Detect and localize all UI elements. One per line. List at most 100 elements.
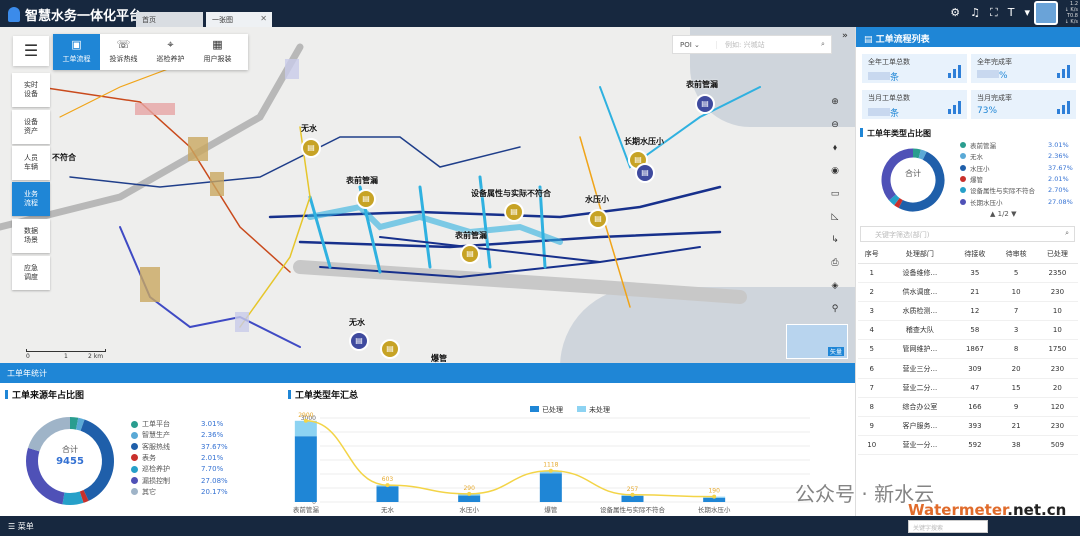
legend-item[interactable]: 长期水压小 27.08% <box>960 197 1073 207</box>
pie-slice[interactable] <box>912 148 921 159</box>
legend-item[interactable]: 爆管 2.01% <box>960 174 1070 184</box>
pending-marker-icon[interactable]: ▤ <box>349 331 369 351</box>
bar-processed[interactable] <box>458 495 481 502</box>
pie-slice[interactable] <box>898 151 945 212</box>
poi-search-input[interactable]: 例如: 兴城站 <box>717 40 815 50</box>
table-row[interactable]: 1 设备维修... 35 5 2350 <box>858 263 1078 283</box>
font-icon[interactable]: T <box>1008 6 1015 20</box>
measure-area-icon[interactable]: ◺ <box>824 206 846 229</box>
menu-icon[interactable]: ☰ <box>8 522 15 531</box>
sidebar-item-staff-vehicles[interactable]: 人员 车辆 <box>12 146 50 180</box>
footer-menu-label[interactable]: 菜单 <box>18 522 34 531</box>
legend-item[interactable]: 巡检养护 7.70% <box>131 464 231 474</box>
close-icon[interactable]: ✕ <box>260 14 267 23</box>
tab-map[interactable]: 一张图 ✕ <box>206 12 272 27</box>
legend-item[interactable]: 表务 2.01% <box>131 453 231 463</box>
table-cell: 5 <box>995 263 1037 283</box>
total-point <box>630 492 635 497</box>
zoom-out-icon[interactable]: ⊖ <box>824 114 846 137</box>
pie-slice[interactable] <box>79 489 89 503</box>
legend-pct: 2.01% <box>1048 174 1069 183</box>
pending-marker-icon[interactable]: ▤ <box>695 94 715 114</box>
poi-select[interactable]: POI ⌄ <box>673 40 717 49</box>
legend-item[interactable]: 其它 20.17% <box>131 487 231 497</box>
layers-icon[interactable]: ◈ <box>824 275 846 298</box>
bar-unprocessed[interactable] <box>294 420 317 437</box>
legend-item[interactable]: 无水 2.36% <box>960 151 1070 161</box>
table-cell: 309 <box>954 358 996 379</box>
table-row[interactable]: 2 供水调度... 21 10 230 <box>858 282 1078 302</box>
tool-label: 工单流程 <box>62 55 91 63</box>
search-icon[interactable]: ⌕ <box>1065 229 1069 238</box>
tool-install[interactable]: ▦ 用户报装 <box>194 34 241 70</box>
legend-item[interactable]: 漏损控制 27.08% <box>131 476 231 486</box>
table-row[interactable]: 4 稽查大队 58 3 10 <box>858 320 1078 341</box>
bar-processed[interactable] <box>539 473 562 502</box>
legend-item[interactable]: 水压小 37.67% <box>960 163 1073 173</box>
legend-item[interactable]: 工单平台 3.01% <box>131 419 231 429</box>
total-label: 603 <box>382 476 394 483</box>
tool-hotline[interactable]: ☏ 投诉热线 <box>100 34 147 70</box>
sidebar-item-realtime-device[interactable]: 实时 设备 <box>12 73 50 107</box>
tool-workorder[interactable]: ▣ 工单流程 <box>53 34 100 70</box>
search-icon[interactable]: ⌕ <box>815 40 831 49</box>
sidebar-item-device-assets[interactable]: 设备 资产 <box>12 110 50 144</box>
sidebar-item-data-scene[interactable]: 数据 场景 <box>12 219 50 253</box>
sidebar-item-business-flow[interactable]: 业务 流程 <box>12 182 50 216</box>
total-point <box>712 494 717 499</box>
pie-slice[interactable] <box>918 149 927 160</box>
tool-inspection[interactable]: ⌖ 巡检养护 <box>147 34 194 70</box>
print-icon[interactable]: ⎙ <box>824 252 846 275</box>
table-row[interactable]: 8 综合办公室 166 9 120 <box>858 397 1078 418</box>
tools-icon[interactable]: ⚲ <box>824 298 846 321</box>
zoom-in-icon[interactable]: ⊕ <box>824 91 846 114</box>
tab-home[interactable]: 首页 <box>136 12 203 27</box>
legend-item[interactable]: 表前管漏 3.01% <box>960 140 1070 150</box>
complaint-marker-icon[interactable]: ▤ <box>504 202 524 222</box>
collapse-panel-icon[interactable]: » <box>842 31 848 41</box>
bar-processed[interactable] <box>294 436 317 502</box>
complaint-marker-icon[interactable]: ▤ <box>380 339 400 359</box>
complaint-marker-icon[interactable]: ▤ <box>588 209 608 229</box>
sidebar-item-emergency[interactable]: 应急 调度 <box>12 256 50 290</box>
gear-icon[interactable]: ⚙ <box>950 6 960 20</box>
top-icons: ⚙ ♫ ⛶ T ▾ <box>950 6 1030 20</box>
minimap[interactable]: 矢量 <box>786 324 848 359</box>
shirt-icon[interactable]: ▾ <box>1024 6 1030 20</box>
expand-icon[interactable]: ⛶ <box>990 6 998 20</box>
compass-icon[interactable]: ⬧ <box>824 137 846 160</box>
legend-pager[interactable]: ▲ 1/2 ▼ <box>990 210 1016 218</box>
department-filter-input[interactable]: 关键字筛选(部门) ⌕ <box>860 226 1075 242</box>
pending-marker-icon[interactable]: ▤ <box>635 163 655 183</box>
table-row[interactable]: 6 营业三分... 309 20 230 <box>858 358 1078 379</box>
pie-slice[interactable] <box>69 417 79 430</box>
pie-slice[interactable] <box>75 417 85 431</box>
footer-search-input[interactable]: 关键字搜索 <box>908 520 988 533</box>
table-row[interactable]: 10 营业一分... 592 38 509 <box>858 435 1078 456</box>
table-row[interactable]: 3 水质检测... 12 7 10 <box>858 301 1078 322</box>
pie-slice[interactable] <box>894 197 903 209</box>
avatar[interactable] <box>1034 1 1058 25</box>
complaint-marker-icon[interactable]: ▤ <box>460 244 480 264</box>
table-row[interactable]: 7 营业二分... 47 15 20 <box>858 378 1078 398</box>
draw-icon[interactable]: ↳ <box>824 229 846 252</box>
legend-item[interactable]: 智慧生产 2.36% <box>131 430 231 440</box>
bar-processed[interactable] <box>376 486 399 502</box>
menu-button[interactable]: ☰ <box>13 36 49 66</box>
table-row[interactable]: 9 客户服务... 393 21 230 <box>858 416 1078 437</box>
complaint-marker-icon[interactable]: ▤ <box>356 189 376 209</box>
x-tick-label: 爆管 <box>544 505 558 514</box>
measure-length-icon[interactable]: ▭ <box>824 183 846 206</box>
legend-dot <box>960 153 966 160</box>
pie-slice[interactable] <box>888 194 900 206</box>
locate-icon[interactable]: ◉ <box>824 160 846 183</box>
bell-icon[interactable]: ♫ <box>970 6 980 20</box>
map-view[interactable]: 无水 ▤ 表前管漏 ▤ 设备属性与实际不符合 ▤ 表前管漏 ▤ 水压小 ▤ 表前… <box>0 27 855 363</box>
legend-item[interactable]: 客服热线 37.67% <box>131 442 231 452</box>
complaint-marker-icon[interactable]: ▤ <box>301 138 321 158</box>
donut-title: 工单年类型占比图 <box>860 128 931 139</box>
workorder-panel-title: 工单流程列表 <box>875 35 930 45</box>
legend-item[interactable]: 设备属性与实际不符合 2.70% <box>960 185 1070 195</box>
table-row[interactable]: 5 管网维护... 1867 8 1750 <box>858 339 1078 360</box>
pie-slice[interactable] <box>62 491 84 505</box>
